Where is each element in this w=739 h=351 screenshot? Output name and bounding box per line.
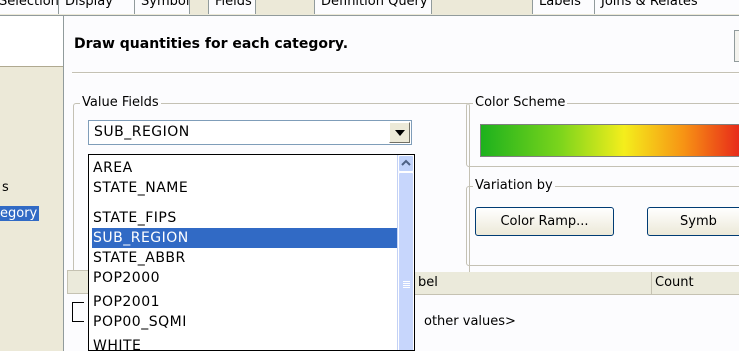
group-label: Value Fields (80, 95, 161, 110)
table-row-label[interactable]: other values> (424, 314, 516, 329)
value-field-dropdown: AREA STATE_NAME STATE_FIPS SUB_REGION ST… (88, 154, 415, 351)
column-header-count[interactable]: Count (652, 272, 739, 294)
scroll-thumb[interactable] (398, 172, 414, 350)
group-label: Color Scheme (473, 95, 568, 110)
tab-display[interactable]: Display (58, 0, 146, 14)
symbol-button[interactable]: Symb (647, 207, 739, 236)
list-top-area (0, 16, 63, 67)
table-header: bel Count (415, 272, 739, 295)
option-item[interactable]: STATE_FIPS (92, 208, 400, 228)
symbology-type-list: s egory (0, 16, 63, 351)
group-label: Variation by (473, 178, 555, 193)
value-field-select[interactable]: SUB_REGION (88, 120, 412, 145)
option-item[interactable]: POP2000 (92, 268, 400, 288)
tab-label: Joins & Relates (601, 0, 698, 9)
option-item[interactable]: AREA (92, 158, 400, 178)
divider (72, 72, 739, 74)
tab-label: Labels (539, 0, 581, 9)
tab-joins-relates[interactable]: Joins & Relates (594, 0, 739, 14)
list-item[interactable]: s (2, 180, 9, 195)
option-item[interactable]: WHITE (92, 336, 400, 350)
list-item-selected[interactable]: egory (0, 206, 40, 221)
tab-symbology[interactable]: Symbology (134, 0, 190, 14)
vertical-scrollbar[interactable] (397, 155, 414, 350)
tab-label: Display (65, 0, 113, 9)
tab-label: Symbology (141, 0, 190, 9)
column-header-label[interactable]: bel (415, 272, 652, 294)
option-item[interactable]: POP00_SQMI (92, 312, 400, 332)
chevron-up-icon (401, 159, 411, 166)
option-item[interactable]: STATE_ABBR (92, 248, 400, 268)
option-item[interactable]: POP2001 (92, 292, 400, 312)
tab-label: Definition Query (321, 0, 428, 9)
tab-definition-query[interactable]: Definition Query (314, 0, 432, 14)
tab-label: Fields (215, 0, 252, 9)
tab-strip: Selection Display Symbology Fields Defin… (0, 0, 739, 16)
option-item[interactable]: STATE_NAME (92, 178, 400, 198)
tab-label: Selection (0, 0, 59, 9)
table-symbol-column-header[interactable] (67, 270, 89, 294)
import-button[interactable] (734, 30, 739, 62)
color-ramp-selector[interactable] (480, 124, 739, 157)
table-row-symbol[interactable] (72, 302, 84, 322)
option-item-selected[interactable]: SUB_REGION (92, 228, 400, 248)
chevron-down-icon (395, 130, 405, 136)
tab-fields[interactable]: Fields (208, 0, 256, 14)
color-ramp-button[interactable]: Color Ramp... (475, 207, 614, 236)
scroll-up-button[interactable] (398, 155, 414, 172)
page-title: Draw quantities for each category. (74, 36, 349, 52)
selected-value: SUB_REGION (94, 124, 190, 140)
dropdown-button[interactable] (389, 122, 410, 143)
